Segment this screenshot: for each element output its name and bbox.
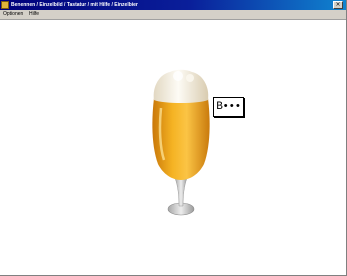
glass-stem (174, 177, 188, 207)
menu-help[interactable]: Hilfe (29, 11, 39, 18)
close-button[interactable]: × (333, 1, 343, 9)
menu-options[interactable]: Optionen (3, 11, 23, 18)
window-title: Benennen / Einzelbild / Tastatur / mit H… (11, 2, 138, 8)
app-icon[interactable] (1, 1, 9, 9)
app-window: Benennen / Einzelbild / Tastatur / mit H… (0, 0, 347, 276)
foam-bubble (173, 71, 183, 81)
menu-bar: Optionen Hilfe (0, 10, 346, 20)
foam-bubble (186, 74, 194, 82)
word-hint-label[interactable]: B••• (213, 97, 244, 117)
title-bar[interactable]: Benennen / Einzelbild / Tastatur / mit H… (0, 0, 346, 10)
beer-glass-image[interactable] (148, 68, 214, 220)
